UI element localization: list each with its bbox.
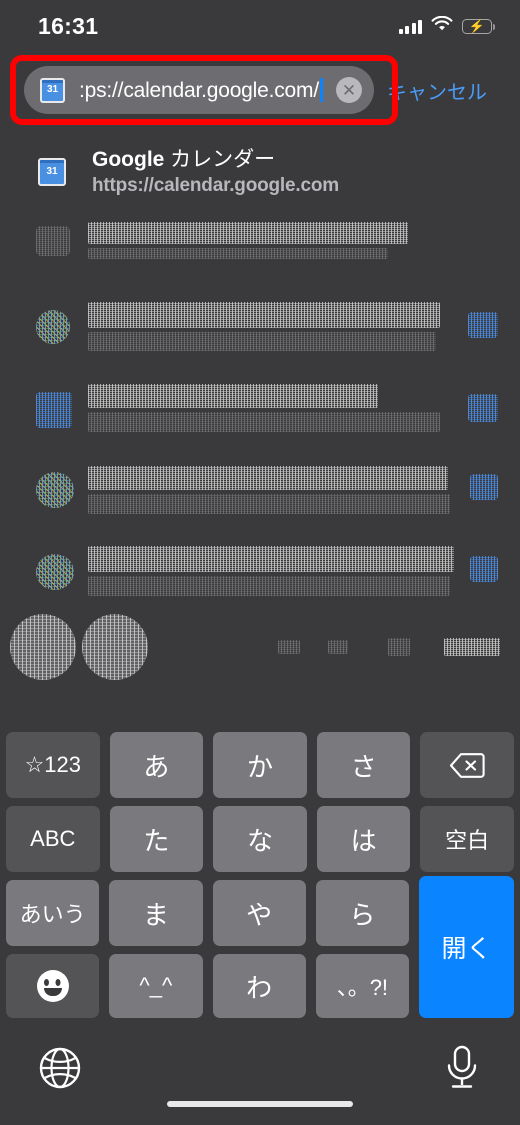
address-bar-row: 31 :ps://calendar.google.com/ ✕ キャンセル (24, 66, 504, 114)
redacted-title (88, 222, 408, 244)
backspace-key[interactable] (420, 732, 514, 798)
history-suggestions-redacted (0, 212, 520, 682)
redacted-title (88, 384, 378, 408)
redacted-trailing-action (468, 312, 498, 338)
suggestion-url: https://calendar.google.com (92, 174, 339, 196)
redacted-label (444, 638, 500, 656)
phone-screen: 16:31 ⚡ 31 :ps://calendar.google.com/ ✕ … (0, 0, 520, 1125)
google-calendar-favicon: 31 (40, 77, 65, 103)
redacted-subtitle (88, 576, 450, 596)
profile-row-redacted[interactable] (0, 614, 520, 684)
key-symbols[interactable]: ☆123 (6, 732, 100, 798)
list-item[interactable] (0, 370, 520, 452)
keyboard-bottom-bar (0, 1030, 520, 1125)
chrome-favicon (36, 472, 74, 508)
redacted-subtitle (88, 412, 440, 432)
globe-icon[interactable] (38, 1046, 82, 1090)
text-cursor (319, 77, 323, 102)
battery-charging-icon: ⚡ (462, 18, 496, 34)
cellular-signal-icon (398, 19, 422, 34)
key-punctuation[interactable]: 、。?! (315, 954, 409, 1018)
redacted-label (328, 640, 348, 654)
redacted-subtitle (88, 494, 450, 514)
redacted-trailing-action (470, 556, 498, 582)
key-a[interactable]: あ (109, 732, 204, 798)
redacted-favicon (36, 226, 70, 256)
address-bar-text[interactable]: :ps://calendar.google.com/ (65, 77, 336, 103)
wifi-icon (431, 15, 453, 37)
redacted-favicon (36, 392, 72, 428)
redacted-avatar (10, 614, 76, 680)
key-ta[interactable]: た (109, 806, 204, 872)
redacted-subtitle (88, 332, 436, 351)
smiley-face-icon (36, 970, 69, 1002)
address-bar[interactable]: 31 :ps://calendar.google.com/ ✕ (24, 66, 374, 114)
key-ka[interactable]: か (213, 732, 307, 798)
suggestion-text: Google カレンダー https://calendar.google.com (92, 146, 339, 199)
redacted-title (88, 546, 454, 572)
redacted-subtitle (88, 248, 388, 259)
chrome-favicon (36, 554, 74, 590)
key-aiu[interactable]: あいう (6, 880, 100, 946)
keyboard-row-1: ☆123 あ か さ (0, 732, 520, 798)
redacted-title (88, 302, 440, 328)
status-bar: 16:31 ⚡ (0, 0, 520, 52)
key-ya[interactable]: や (212, 880, 306, 946)
key-ra[interactable]: ら (315, 880, 409, 946)
key-na[interactable]: な (213, 806, 307, 872)
emoji-key[interactable] (6, 954, 100, 1018)
key-kaomoji[interactable]: ^_^ (109, 954, 203, 1018)
keyboard-row-2: ABC た な は 空白 (0, 806, 520, 872)
list-item[interactable] (0, 534, 520, 614)
key-ha[interactable]: は (316, 806, 411, 872)
redacted-avatar (82, 614, 148, 680)
clear-text-icon[interactable]: ✕ (336, 77, 362, 103)
redacted-title (88, 466, 448, 490)
open-key[interactable]: 開く (419, 876, 514, 1018)
key-ma[interactable]: ま (109, 880, 203, 946)
redacted-trailing-action (470, 474, 498, 500)
redacted-trailing-action (468, 394, 498, 422)
redacted-label (388, 638, 410, 656)
backspace-icon (450, 752, 485, 778)
suggestion-row-google-calendar[interactable]: 31 Google カレンダー https://calendar.google.… (0, 136, 520, 208)
key-abc[interactable]: ABC (6, 806, 100, 872)
chrome-favicon (36, 310, 70, 344)
suggestion-title: Google カレンダー (92, 147, 276, 171)
japanese-keyboard[interactable]: ☆123 あ か さ ABC た な は 空白 あいう ま や ら ^_^ わ … (0, 724, 520, 1018)
status-time: 16:31 (38, 12, 99, 39)
key-wa[interactable]: わ (212, 954, 306, 1018)
key-sa[interactable]: さ (316, 732, 411, 798)
status-indicators: ⚡ (398, 15, 496, 37)
cancel-button[interactable]: キャンセル (387, 76, 487, 105)
home-indicator[interactable] (167, 1101, 353, 1107)
list-item[interactable] (0, 452, 520, 534)
microphone-icon[interactable] (442, 1044, 482, 1092)
space-key[interactable]: 空白 (420, 806, 514, 872)
redacted-label (278, 640, 300, 654)
charging-bolt-icon: ⚡ (468, 18, 486, 34)
list-item[interactable] (0, 290, 520, 370)
list-item[interactable] (0, 212, 520, 290)
google-calendar-favicon: 31 (38, 158, 66, 186)
